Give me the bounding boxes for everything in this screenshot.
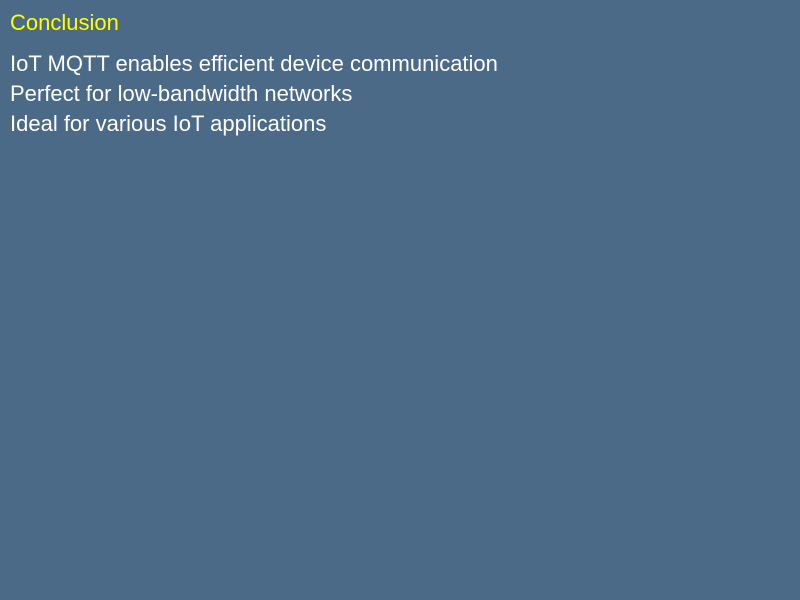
slide: Conclusion IoT MQTT enables efficient de… <box>0 0 800 600</box>
bullet-item: Perfect for low-bandwidth networks <box>10 81 353 106</box>
bullet-item: IoT MQTT enables efficient device commun… <box>10 51 498 76</box>
slide-title: Conclusion <box>10 10 119 35</box>
bullet-item: Ideal for various IoT applications <box>10 111 327 136</box>
bullet-list: IoT MQTT enables efficient device commun… <box>10 49 498 139</box>
